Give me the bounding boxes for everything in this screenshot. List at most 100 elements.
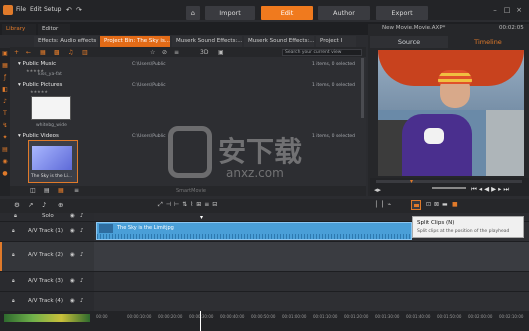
fx-icon[interactable]: ƒ [1, 74, 9, 82]
timeline-playhead-icon[interactable]: ▾ [200, 214, 203, 221]
redo-icon[interactable]: ↷ [76, 6, 82, 14]
split-clip-button[interactable] [411, 200, 421, 210]
timeline-tool-icons[interactable]: ⤢⊣⊢⇅⌇⊞≡⊟ [158, 201, 220, 209]
sort-icon[interactable]: ≡ [174, 48, 179, 57]
add-icon[interactable]: + [14, 48, 19, 57]
preview-tab-timeline[interactable]: Timeline [449, 36, 527, 48]
track-2-audio-icon[interactable]: ♪ [80, 252, 84, 258]
track-1-lock-icon[interactable]: 🔒︎ [12, 228, 15, 234]
film-filter-icon[interactable]: ▦ [40, 48, 46, 57]
library-scrollbar[interactable] [361, 58, 364, 118]
volume-slider[interactable] [432, 187, 466, 189]
view-mode-icon[interactable]: ▣ [218, 48, 224, 57]
tag-filter-icon[interactable]: ⊘ [162, 48, 167, 57]
snapshot-icon[interactable]: ■ [452, 201, 458, 208]
grid-view-icon[interactable]: ▦ [58, 186, 64, 195]
record-icon[interactable]: ● [1, 170, 9, 178]
menu-file[interactable]: File [16, 6, 26, 13]
tab-project-bin[interactable]: Project Bin: The Sky is... [100, 36, 170, 47]
export-button[interactable]: Export [376, 6, 428, 20]
star-filter-icon[interactable]: ☆ [150, 48, 155, 57]
ruler-label: 00:02:10:00 [499, 314, 524, 319]
delete-media-icon[interactable]: ▤ [44, 186, 50, 195]
undo-icon[interactable]: ↶ [66, 6, 72, 14]
title-icon[interactable]: T [1, 110, 9, 118]
back-icon[interactable]: ← [26, 48, 31, 57]
preview-tab-source[interactable]: Source [370, 36, 448, 48]
playhead-marker-icon[interactable]: ▾ [410, 178, 416, 185]
track-3-audio-icon[interactable]: ♪ [80, 278, 84, 284]
track-4-audio-icon[interactable]: ♪ [80, 298, 84, 304]
montage-icon[interactable]: ▤ [1, 146, 9, 154]
tab-library[interactable]: Library [2, 24, 36, 35]
audio-filter-icon[interactable]: ♫ [68, 48, 73, 57]
music-file-name[interactable]: kiss_ya-fat [38, 72, 62, 77]
track-1-name[interactable]: A/V Track (1) [28, 228, 63, 234]
film-icon[interactable]: ▦ [1, 62, 9, 70]
track-1-audio-icon[interactable]: ♪ [80, 228, 84, 234]
photo-filter-icon[interactable]: ▩ [54, 48, 60, 57]
import-button[interactable]: Import [205, 6, 255, 20]
panda-print [424, 128, 444, 144]
tab-editor[interactable]: Editor [38, 24, 70, 35]
app-logo [3, 5, 13, 15]
sync-icon[interactable]: ⊕ [58, 201, 63, 209]
menu-edit[interactable]: Edit [30, 6, 42, 13]
list-view-icon[interactable]: ≡ [74, 186, 79, 195]
tab-project[interactable]: Project I [316, 36, 356, 47]
scrub-bar[interactable] [376, 180, 522, 183]
close-icon[interactable]: × [515, 6, 523, 14]
menu-setup[interactable]: Setup [44, 6, 61, 13]
folder-icon[interactable]: ▣ [1, 50, 9, 58]
author-button[interactable]: Author [318, 6, 370, 20]
section-public-music[interactable]: ▾ Public Music [18, 61, 56, 67]
import-media-icon[interactable]: ◫ [30, 186, 36, 195]
music-icon[interactable]: ♪ [1, 98, 9, 106]
tab-muserk-2[interactable]: Muserk Sound Effects:... [244, 36, 314, 47]
solo-visibility-icon[interactable]: ◉ [70, 213, 75, 219]
picture-thumbnail[interactable] [31, 96, 71, 120]
pictures-rating[interactable]: ★★★★★ [30, 89, 48, 94]
project-filter-icon[interactable]: ▥ [82, 48, 88, 57]
track-3-name[interactable]: A/V Track (3) [28, 278, 63, 284]
edit-mode-icon[interactable]: ↗ [28, 201, 33, 209]
effects-icon[interactable]: ✦ [1, 134, 9, 142]
picture-file-name[interactable]: whitebg_wide [36, 123, 67, 128]
lock-all-icon[interactable]: 🔒︎ [14, 213, 17, 220]
transport-buttons[interactable]: ⏮◂◀▶▸⏭ [471, 185, 511, 194]
track-4-visibility-icon[interactable]: ◉ [70, 298, 75, 304]
track-4-name[interactable]: A/V Track (4) [28, 298, 63, 304]
disc-icon[interactable]: ◉ [1, 158, 9, 166]
track-2-visibility-icon[interactable]: ◉ [70, 252, 75, 258]
trim-tool-icons[interactable]: ⊡⊠▬ [426, 201, 451, 208]
track-3-lock-icon[interactable]: 🔒︎ [12, 278, 15, 284]
edit-button[interactable]: Edit [261, 6, 313, 20]
track-3-visibility-icon[interactable]: ◉ [70, 278, 75, 284]
maximize-icon[interactable]: □ [503, 6, 511, 14]
timeline-playhead-line[interactable] [200, 311, 201, 331]
settings-icon[interactable]: ⚙ [14, 201, 20, 209]
audio-mixer-icon[interactable]: ♪ [42, 201, 46, 209]
track-4-lock-icon[interactable]: 🔒︎ [12, 298, 15, 304]
tab-effects-audio[interactable]: Effects: Audio effects [34, 36, 98, 47]
track-2-name[interactable]: A/V Track (2) [28, 252, 63, 258]
section-public-pictures[interactable]: ▾ Public Pictures [18, 82, 62, 88]
home-button[interactable]: ⌂ [186, 6, 200, 20]
tab-muserk-1[interactable]: Muserk Sound Effects:... [172, 36, 242, 47]
transition-icon[interactable]: ◧ [1, 86, 9, 94]
solo-label[interactable]: Solo [42, 213, 54, 219]
timeline-clip[interactable]: The Sky is the Limitjpg [96, 222, 412, 240]
marker-tool-icons[interactable]: ⎪⎢⌁ [374, 201, 394, 208]
track-2-lock-icon[interactable]: 🔒︎ [12, 252, 15, 258]
tooltip-body: Split clips at the position of the playh… [417, 229, 510, 234]
section-public-videos[interactable]: ▾ Public Videos [18, 133, 59, 139]
ruler-label: 00:00:50:00 [251, 314, 276, 319]
solo-audio-icon[interactable]: ♪ [80, 213, 84, 219]
motion-icon[interactable]: ↯ [1, 122, 9, 130]
music-rating[interactable]: ★★★★★ [26, 68, 48, 73]
minimize-icon[interactable]: – [491, 6, 499, 14]
loop-icon[interactable]: ◂▸ [374, 186, 381, 194]
search-input[interactable]: Search your current view [282, 49, 362, 56]
zoom-3d-icon[interactable]: 3D [200, 48, 208, 57]
track-1-visibility-icon[interactable]: ◉ [70, 228, 75, 234]
